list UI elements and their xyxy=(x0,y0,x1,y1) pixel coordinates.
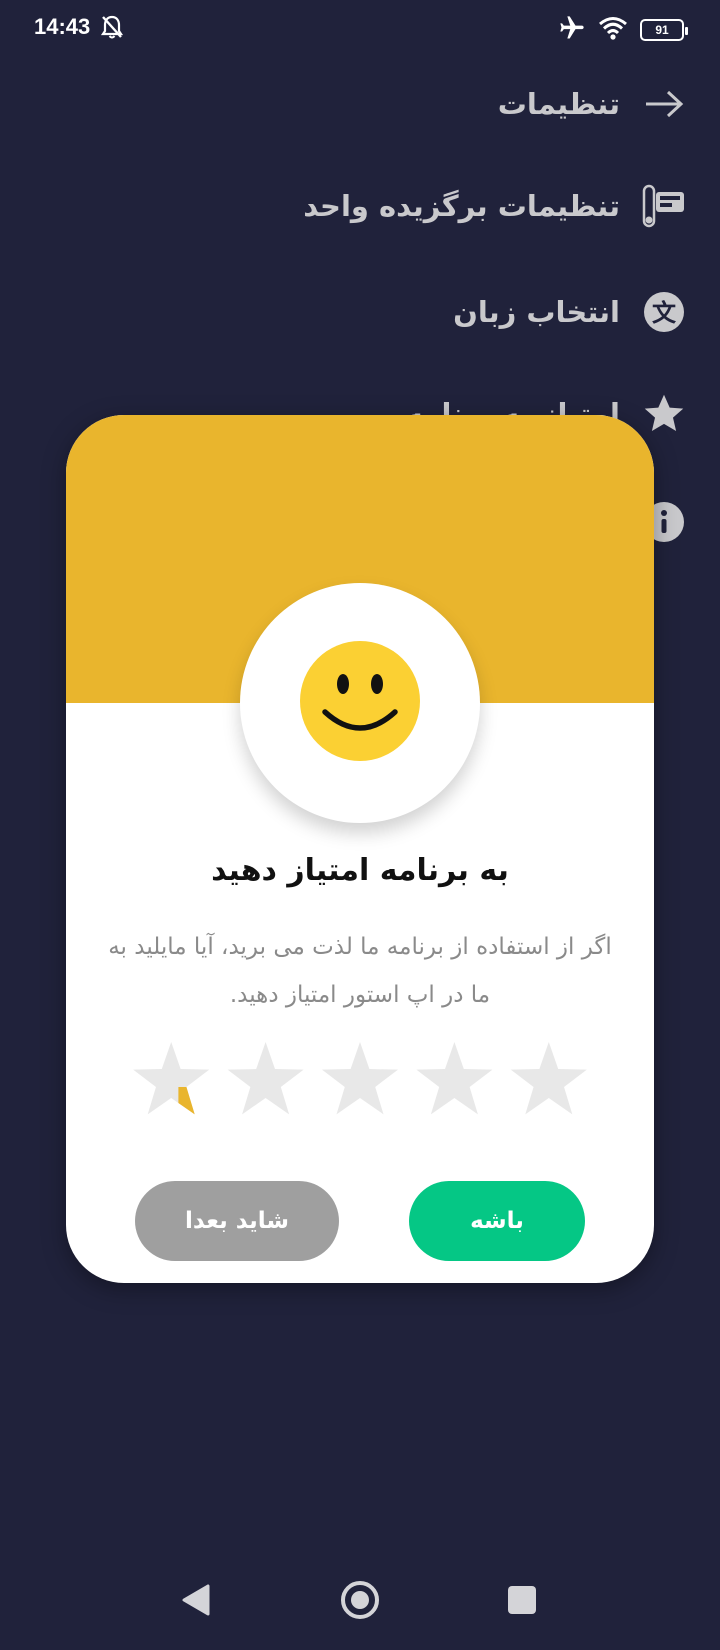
language-icon: 文 xyxy=(642,290,686,334)
back-icon[interactable] xyxy=(180,1582,212,1622)
recents-icon[interactable] xyxy=(508,1586,536,1614)
smiley-icon xyxy=(299,640,421,766)
home-icon[interactable] xyxy=(340,1580,380,1624)
status-time: 14:43 xyxy=(34,14,91,39)
rating-star[interactable] xyxy=(510,1042,587,1115)
rating-dialog: به برنامه امتیاز دهید اگر از استفاده از … xyxy=(66,415,654,1283)
rating-star[interactable] xyxy=(416,1042,493,1115)
rating-star[interactable] xyxy=(133,1042,210,1115)
unit-settings-icon xyxy=(642,184,686,228)
arrow-right-icon xyxy=(642,82,686,126)
rating-star[interactable] xyxy=(227,1042,304,1115)
status-bar: 14:43 91 xyxy=(0,0,720,56)
wifi-icon xyxy=(598,15,628,45)
menu-label-language: انتخاب زبان xyxy=(453,295,620,329)
navigation-bar xyxy=(0,1560,720,1650)
menu-label-unit-settings: تنظیمات برگزیده واحد xyxy=(303,189,620,223)
menu-item-unit-settings[interactable]: تنظیمات برگزیده واحد xyxy=(303,184,686,228)
bell-off-icon xyxy=(100,14,124,44)
menu-item-settings[interactable]: تنظیمات xyxy=(498,82,686,126)
menu-item-language[interactable]: 文 انتخاب زبان xyxy=(453,290,686,334)
svg-text:文: 文 xyxy=(652,299,677,327)
ok-button[interactable]: باشه xyxy=(409,1181,585,1261)
battery-icon: 91 xyxy=(640,19,688,41)
maybe-later-button[interactable]: شاید بعدا xyxy=(135,1181,339,1261)
menu-label-settings: تنظیمات xyxy=(497,87,620,121)
smiley-badge xyxy=(240,583,480,823)
rating-stars[interactable] xyxy=(124,1037,596,1123)
dialog-title: به برنامه امتیاز دهید xyxy=(211,853,509,888)
rating-star[interactable] xyxy=(321,1042,399,1115)
airplane-icon xyxy=(558,14,586,46)
battery-level: 91 xyxy=(655,23,669,37)
dialog-message: اگر از استفاده از برنامه ما لذت می برید،… xyxy=(108,934,612,1008)
